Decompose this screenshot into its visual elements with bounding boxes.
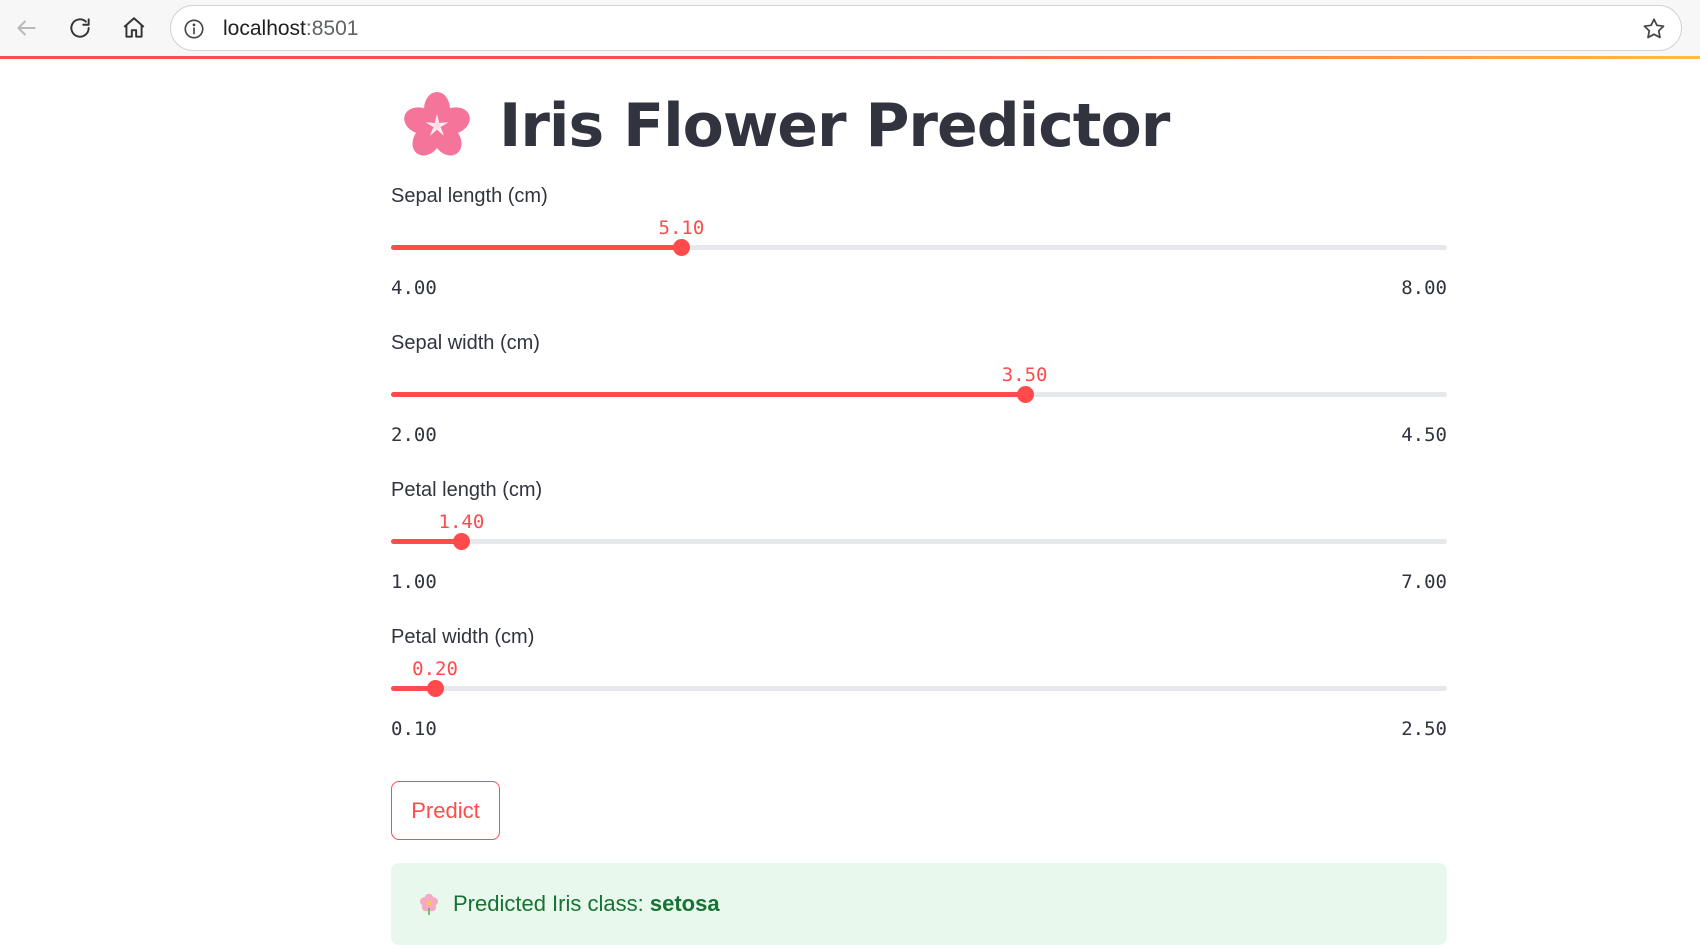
slider-value: 0.20 bbox=[412, 658, 458, 680]
petal-length-slider[interactable]: Petal length (cm) 1.40 1.00 7.00 bbox=[391, 479, 1447, 619]
slider-thumb[interactable] bbox=[1016, 386, 1034, 403]
star-icon[interactable] bbox=[1641, 16, 1667, 42]
slider-label: Petal width (cm) bbox=[391, 626, 535, 648]
info-icon[interactable] bbox=[183, 18, 205, 40]
predicted-class: setosa bbox=[649, 891, 720, 916]
slider-value: 5.10 bbox=[658, 217, 705, 239]
slider-label: Sepal width (cm) bbox=[391, 332, 540, 354]
result-prefix: Predicted Iris class: bbox=[453, 891, 650, 916]
slider-thumb[interactable] bbox=[453, 533, 471, 550]
sepal-width-slider[interactable]: Sepal width (cm) 3.50 2.00 4.50 bbox=[391, 332, 1447, 472]
slider-label: Sepal length (cm) bbox=[391, 185, 548, 207]
slider-min-label: 0.10 bbox=[391, 718, 437, 740]
url-text[interactable]: localhost:8501 bbox=[223, 17, 358, 41]
petal-width-slider[interactable]: Petal width (cm) 0.20 0.10 2.50 bbox=[391, 626, 1447, 766]
slider-min-label: 1.00 bbox=[391, 571, 437, 593]
slider-min-label: 4.00 bbox=[391, 277, 437, 299]
slider-fill bbox=[391, 539, 462, 544]
slider-track[interactable] bbox=[391, 533, 1447, 550]
slider-max-label: 4.50 bbox=[1401, 424, 1447, 446]
url-host: localhost bbox=[223, 17, 306, 40]
app-page: Iris Flower Predictor Sepal length (cm) … bbox=[0, 59, 1700, 948]
slider-max-label: 7.00 bbox=[1401, 571, 1447, 593]
slider-thumb[interactable] bbox=[673, 239, 691, 256]
back-arrow-icon[interactable] bbox=[8, 10, 44, 46]
result-text: Predicted Iris class: setosa bbox=[453, 891, 720, 917]
cherry-blossom-icon bbox=[404, 92, 470, 156]
url-port: :8501 bbox=[305, 17, 359, 40]
flower-icon bbox=[420, 893, 438, 915]
title-row: Iris Flower Predictor bbox=[401, 81, 1170, 171]
slider-fill bbox=[391, 392, 1025, 397]
predict-button[interactable]: Predict bbox=[391, 781, 500, 840]
home-icon[interactable] bbox=[116, 10, 152, 46]
slider-track[interactable] bbox=[391, 239, 1447, 256]
reload-icon[interactable] bbox=[62, 10, 98, 46]
slider-fill bbox=[391, 245, 682, 250]
slider-track[interactable] bbox=[391, 386, 1447, 403]
browser-toolbar: localhost:8501 bbox=[0, 0, 1700, 58]
slider-max-label: 8.00 bbox=[1401, 277, 1447, 299]
prediction-result-box: Predicted Iris class: setosa bbox=[391, 863, 1447, 945]
sepal-length-slider[interactable]: Sepal length (cm) 5.10 4.00 8.00 bbox=[391, 185, 1447, 325]
slider-value: 1.40 bbox=[438, 511, 485, 533]
slider-min-label: 2.00 bbox=[391, 424, 437, 446]
slider-value: 3.50 bbox=[1001, 364, 1048, 386]
slider-max-label: 2.50 bbox=[1401, 718, 1447, 740]
address-bar[interactable]: localhost:8501 bbox=[170, 5, 1682, 51]
slider-track[interactable] bbox=[391, 680, 1447, 697]
slider-thumb[interactable] bbox=[427, 680, 445, 697]
page-title: Iris Flower Predictor bbox=[499, 91, 1170, 161]
slider-label: Petal length (cm) bbox=[391, 479, 543, 501]
